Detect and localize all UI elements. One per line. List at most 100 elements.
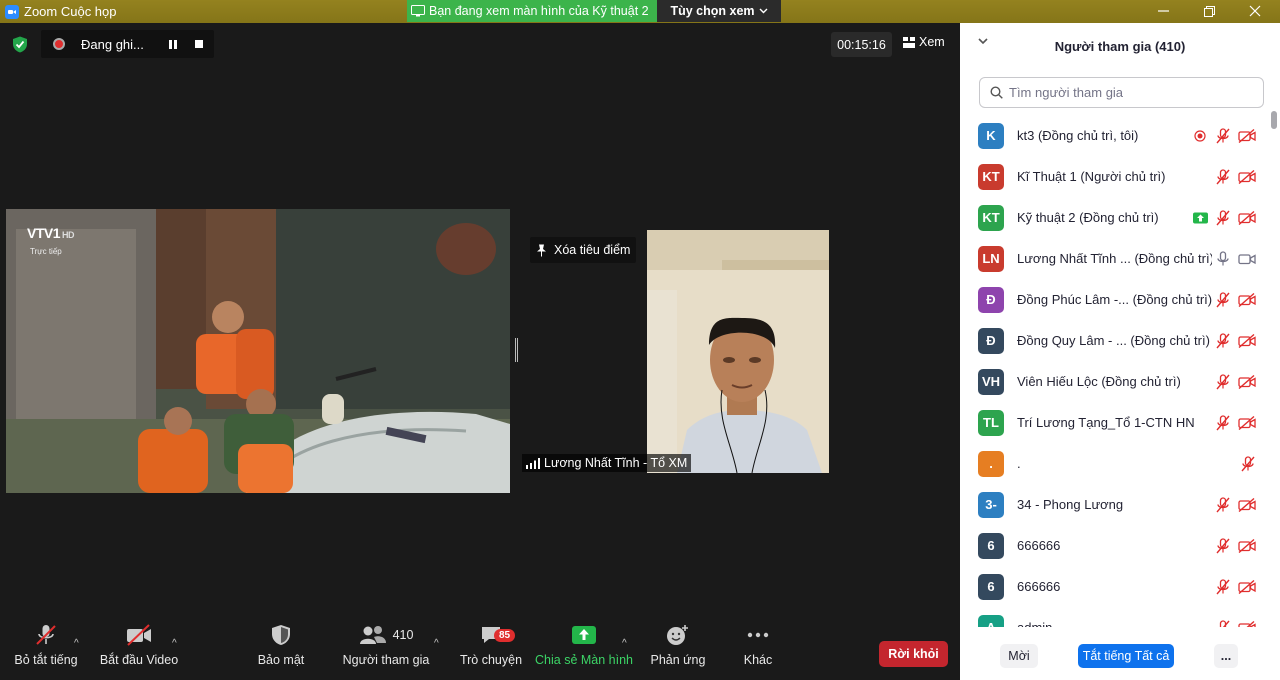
leave-meeting-button[interactable]: Rời khỏi: [879, 641, 948, 667]
video-off-icon[interactable]: [1238, 373, 1256, 391]
scrollbar-thumb[interactable]: [1271, 111, 1277, 129]
chat-button[interactable]: Trò chuyện: [460, 620, 522, 667]
restore-icon: [1203, 5, 1215, 17]
participant-avatar: .: [978, 450, 1004, 477]
video-off-icon[interactable]: [1238, 332, 1256, 350]
chat-unread-badge: 85: [494, 629, 516, 642]
security-button[interactable]: Bảo mật: [256, 620, 306, 667]
grid-view-icon: [903, 36, 915, 48]
participants-panel-title: Người tham gia (410): [1054, 38, 1186, 54]
participant-row[interactable]: Aadmin: [960, 607, 1270, 627]
participant-avatar: LN: [978, 245, 1004, 272]
view-options-button[interactable]: Tùy chọn xem: [657, 0, 781, 22]
participant-row[interactable]: ..: [960, 443, 1270, 484]
microphone-muted-icon[interactable]: [1214, 537, 1232, 555]
window-title: Zoom Cuộc họp: [24, 4, 117, 19]
microphone-icon[interactable]: [1214, 250, 1232, 268]
view-button-label: Xem: [919, 35, 945, 49]
security-shield-icon[interactable]: [12, 36, 28, 53]
remove-spotlight-button[interactable]: Xóa tiêu điểm: [530, 237, 637, 263]
video-off-icon[interactable]: [1238, 496, 1256, 514]
microphone-muted-icon[interactable]: [1214, 414, 1232, 432]
participant-row[interactable]: 6 666666: [960, 566, 1270, 607]
video-off-icon[interactable]: [1238, 168, 1256, 186]
microphone-muted-icon[interactable]: [1214, 127, 1232, 145]
view-button[interactable]: Xem: [903, 35, 945, 49]
participant-row[interactable]: KT Kĩ Thuật 1 (Người chủ trì): [960, 156, 1270, 197]
video-icon[interactable]: [1238, 250, 1256, 268]
participant-list-scrollbar[interactable]: [1270, 111, 1278, 623]
participant-name: 666666: [1017, 579, 1061, 594]
microphone-muted-icon[interactable]: [1214, 619, 1232, 627]
participant-name: Đồng Phúc Lâm -... (Đồng chủ trì): [1017, 292, 1212, 307]
video-off-icon[interactable]: [1238, 291, 1256, 309]
participant-avatar: K: [978, 122, 1004, 149]
more-button[interactable]: Khác: [736, 620, 780, 667]
microphone-muted-icon: [36, 625, 56, 645]
meeting-timer: 00:15:16: [831, 32, 892, 57]
participant-row[interactable]: LN Lương Nhất Tĩnh ... (Đồng chủ trì): [960, 238, 1270, 279]
recording-icon: [1191, 127, 1209, 145]
video-off-icon[interactable]: [1238, 578, 1256, 596]
microphone-muted-icon[interactable]: [1239, 455, 1257, 473]
minimize-icon: [1157, 10, 1169, 12]
microphone-muted-icon[interactable]: [1214, 373, 1232, 391]
share-screen-icon: [1191, 209, 1209, 227]
minimize-button[interactable]: [1140, 0, 1186, 22]
reactions-icon: [667, 625, 688, 645]
video-off-icon: [127, 624, 151, 646]
speaker-video: [647, 230, 829, 473]
participant-row[interactable]: TL Trí Lương Tạng_Tổ 1-CTN HN: [960, 402, 1270, 443]
participant-avatar: VH: [978, 368, 1004, 395]
participant-avatar: 3-: [978, 491, 1004, 518]
pause-recording-button[interactable]: [169, 39, 177, 49]
invite-button[interactable]: Mời: [1000, 644, 1038, 668]
participant-search-input[interactable]: [1009, 85, 1239, 100]
video-off-icon[interactable]: [1238, 127, 1256, 145]
share-screen-button[interactable]: Chia sẻ Màn hình: [535, 620, 633, 667]
participant-row[interactable]: KT Kỹ thuật 2 (Đồng chủ trì): [960, 197, 1270, 238]
recording-status-bar: Đang ghi...: [41, 30, 214, 58]
unmute-button[interactable]: Bỏ tắt tiếng: [14, 620, 78, 667]
zoom-app-icon: [5, 4, 19, 19]
video-off-icon[interactable]: [1238, 414, 1256, 432]
microphone-muted-icon[interactable]: [1214, 209, 1232, 227]
audio-options-caret[interactable]: ^: [74, 638, 79, 649]
restore-button[interactable]: [1186, 0, 1232, 22]
pin-icon: [537, 244, 546, 256]
chevron-down-icon[interactable]: [978, 36, 988, 46]
stop-recording-button[interactable]: [195, 40, 203, 48]
mute-all-button[interactable]: Tắt tiếng Tất cả: [1078, 644, 1174, 668]
reactions-button[interactable]: Phản ứng: [650, 620, 706, 667]
video-off-icon[interactable]: [1238, 209, 1256, 227]
close-button[interactable]: [1232, 0, 1278, 22]
participants-button[interactable]: 410 Người tham gia: [342, 620, 430, 667]
participant-row[interactable]: 6 666666: [960, 525, 1270, 566]
participants-icon: [359, 626, 386, 644]
recording-icon: [53, 38, 65, 50]
microphone-muted-icon[interactable]: [1214, 496, 1232, 514]
participant-row[interactable]: Kkt3 (Đồng chủ trì, tôi): [960, 115, 1270, 156]
microphone-muted-icon[interactable]: [1214, 168, 1232, 186]
participant-row[interactable]: 3- 34 - Phong Lương: [960, 484, 1270, 525]
split-resize-handle[interactable]: [515, 338, 518, 362]
participant-name: Đồng Quy Lâm - ... (Đồng chủ trì): [1017, 333, 1210, 348]
participant-avatar: 6: [978, 573, 1004, 600]
video-off-icon[interactable]: [1238, 537, 1256, 555]
participants-options-caret[interactable]: ^: [434, 638, 439, 649]
participant-row[interactable]: Đ Đồng Phúc Lâm -... (Đồng chủ trì): [960, 279, 1270, 320]
microphone-muted-icon[interactable]: [1214, 291, 1232, 309]
participant-avatar: Đ: [978, 286, 1004, 313]
close-icon: [1249, 5, 1261, 17]
more-options-button[interactable]: ...: [1214, 644, 1238, 668]
participant-row[interactable]: VH Viên Hiếu Lộc (Đồng chủ trì): [960, 361, 1270, 402]
participants-label: Người tham gia: [342, 653, 430, 667]
video-off-icon[interactable]: [1238, 619, 1256, 627]
video-options-caret[interactable]: ^: [172, 638, 177, 649]
share-options-caret[interactable]: ^: [622, 638, 627, 649]
microphone-muted-icon[interactable]: [1214, 332, 1232, 350]
participant-row[interactable]: Đ Đồng Quy Lâm - ... (Đồng chủ trì): [960, 320, 1270, 361]
microphone-muted-icon[interactable]: [1214, 578, 1232, 596]
flood-rescue-scene: [6, 209, 510, 493]
start-video-button[interactable]: Bắt đầu Video: [100, 620, 178, 667]
